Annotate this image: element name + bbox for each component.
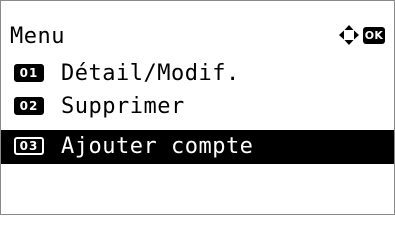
menu-item-supprimer[interactable]: 02 Supprimer: [1, 90, 394, 124]
item-number-badge: 03: [14, 137, 44, 155]
panel-screen: Menu OK 01 Détail/Modif. 02 Supprimer 03…: [0, 0, 395, 215]
item-number-badge: 01: [14, 64, 44, 82]
four-way-arrows-icon: [339, 25, 359, 45]
menu-item-detail-modif[interactable]: 01 Détail/Modif.: [1, 57, 394, 91]
menu-title: Menu: [10, 24, 65, 49]
menu-item-label: Ajouter compte: [61, 134, 254, 159]
menu-item-ajouter-compte[interactable]: 03 Ajouter compte: [1, 130, 394, 164]
menu-header: Menu OK: [1, 19, 394, 55]
menu-item-label: Supprimer: [61, 94, 185, 119]
ok-key-icon: OK: [363, 27, 385, 44]
item-number-badge: 02: [14, 97, 44, 115]
menu-item-label: Détail/Modif.: [61, 61, 240, 86]
